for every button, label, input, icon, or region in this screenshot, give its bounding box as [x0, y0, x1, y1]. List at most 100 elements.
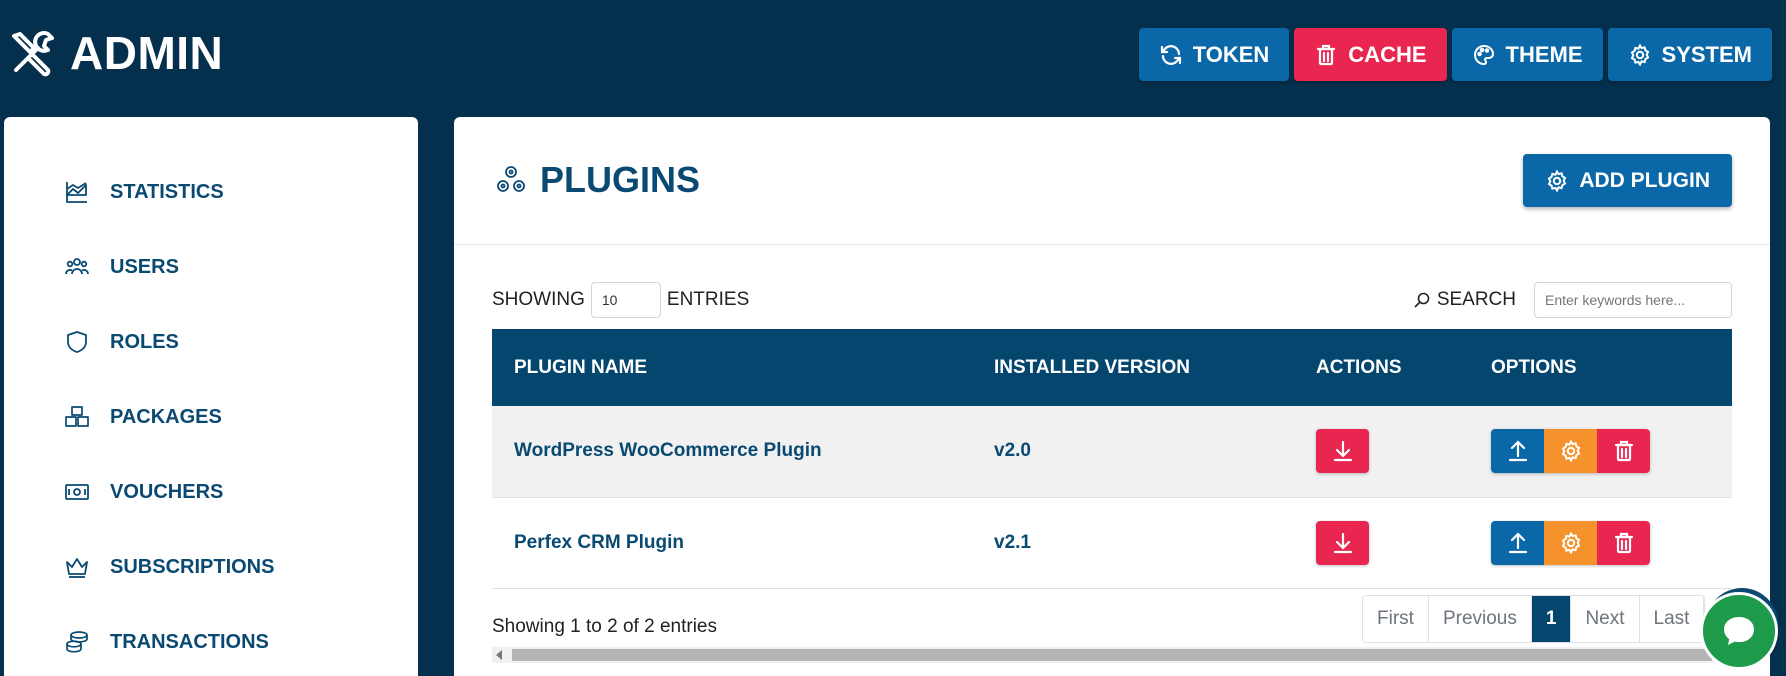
chart-area-icon [66, 182, 87, 203]
sidebar-item-label: USERS [110, 255, 179, 278]
brand-title: ADMIN [70, 27, 224, 79]
sidebar-item-label: STATISTICS [110, 180, 224, 203]
scroll-left-arrow[interactable] [496, 650, 502, 660]
options-button-group [1491, 429, 1650, 474]
actions-cell [1294, 497, 1469, 588]
sidebar-item-packages[interactable]: PACKAGES [64, 404, 222, 430]
tools-icon [12, 31, 54, 77]
entries-control: SHOWING ENTRIES [492, 282, 749, 318]
download-button[interactable] [1316, 429, 1369, 474]
options-cell [1469, 406, 1732, 497]
column-header-plugin-name[interactable]: PLUGIN NAME [492, 329, 972, 406]
column-header-actions[interactable]: ACTIONS [1294, 329, 1469, 406]
sidebar-item-label: VOUCHERS [110, 480, 224, 503]
entries-input[interactable] [590, 282, 661, 318]
top-bar: ADMIN TOKEN CACHE THEME SYSTEM [0, 0, 1786, 108]
token-button[interactable]: TOKEN [1138, 28, 1290, 81]
table-row: WordPress WooCommerce Plugin v2.0 [492, 406, 1732, 497]
brand[interactable]: ADMIN [8, 26, 223, 80]
theme-label: THEME [1505, 41, 1583, 67]
shield-icon [67, 331, 87, 353]
sidebar-item-label: TRANSACTIONS [110, 630, 269, 653]
scroll-thumb[interactable] [512, 649, 1712, 661]
table-header-row: PLUGIN NAME INSTALLED VERSION ACTIONS OP… [492, 329, 1732, 406]
sidebar: STATISTICS USERS ROLES PACKAGES VOUCHERS… [4, 117, 418, 676]
page-title: PLUGINS [494, 159, 700, 201]
upload-button[interactable] [1491, 520, 1544, 565]
users-icon [65, 258, 89, 275]
gear-icon [1561, 530, 1580, 555]
download-icon [1333, 441, 1352, 462]
page-next[interactable]: Next [1571, 596, 1640, 642]
theme-button[interactable]: THEME [1451, 28, 1603, 81]
delete-button[interactable] [1597, 520, 1650, 565]
panel-header: PLUGINS ADD PLUGIN [454, 117, 1770, 245]
search-icon [1414, 292, 1430, 308]
horizontal-scrollbar[interactable] [492, 647, 1732, 663]
plugin-name: Perfex CRM Plugin [514, 531, 684, 553]
cache-button[interactable]: CACHE [1294, 28, 1447, 81]
sidebar-item-label: SUBSCRIPTIONS [110, 555, 275, 578]
upload-button[interactable] [1491, 429, 1544, 474]
palette-icon [1473, 44, 1494, 65]
options-button-group [1491, 520, 1650, 565]
table-info: Showing 1 to 2 of 2 entries [492, 616, 717, 637]
sidebar-item-statistics[interactable]: STATISTICS [64, 179, 224, 205]
system-label: SYSTEM [1661, 41, 1752, 67]
settings-button[interactable] [1544, 429, 1597, 474]
page-last[interactable]: Last [1639, 596, 1705, 642]
sidebar-item-label: ROLES [110, 330, 179, 353]
column-header-options[interactable]: OPTIONS [1469, 329, 1732, 406]
table-row: Perfex CRM Plugin v2.1 [492, 497, 1732, 588]
search-label: SEARCH [1436, 289, 1516, 310]
refresh-icon [1160, 44, 1181, 65]
top-actions: TOKEN CACHE THEME SYSTEM [1138, 28, 1772, 81]
system-button[interactable]: SYSTEM [1607, 28, 1772, 81]
sidebar-item-vouchers[interactable]: VOUCHERS [64, 479, 223, 505]
chat-button[interactable] [1700, 592, 1778, 670]
trash-icon [1317, 44, 1336, 65]
entries-label: ENTRIES [666, 289, 750, 310]
sidebar-item-subscriptions[interactable]: SUBSCRIPTIONS [64, 554, 274, 580]
upload-icon [1508, 440, 1527, 462]
page-1[interactable]: 1 [1531, 596, 1572, 642]
boxes-icon [65, 406, 89, 427]
pagination: First Previous 1 Next Last [1362, 595, 1706, 643]
plugins-table: PLUGIN NAME INSTALLED VERSION ACTIONS OP… [492, 329, 1732, 589]
plugin-version: v2.0 [994, 440, 1031, 462]
showing-label: SHOWING [492, 289, 585, 310]
sidebar-item-users[interactable]: USERS [64, 254, 179, 280]
gear-icon [1561, 439, 1580, 463]
gear-icon [1630, 42, 1649, 67]
sidebar-item-label: PACKAGES [110, 405, 222, 428]
options-cell [1469, 497, 1732, 588]
trash-icon [1614, 532, 1633, 553]
plugin-name: WordPress WooCommerce Plugin [514, 440, 822, 462]
download-icon [1333, 532, 1352, 553]
plugin-version: v2.1 [994, 531, 1031, 553]
upload-icon [1508, 531, 1527, 553]
gear-icon [1548, 168, 1567, 193]
crown-icon [66, 558, 88, 578]
page-title-text: PLUGINS [540, 159, 701, 200]
download-button[interactable] [1316, 520, 1369, 565]
column-header-installed-version[interactable]: INSTALLED VERSION [972, 329, 1294, 406]
token-label: TOKEN [1192, 41, 1270, 67]
plugins-icon [497, 166, 525, 192]
search-control: SEARCH [1413, 282, 1732, 318]
cache-label: CACHE [1348, 41, 1427, 67]
coins-icon [66, 631, 88, 653]
actions-cell [1294, 406, 1469, 497]
page-previous[interactable]: Previous [1428, 596, 1532, 642]
sidebar-item-roles[interactable]: ROLES [64, 329, 179, 355]
delete-button[interactable] [1597, 429, 1650, 474]
page-first[interactable]: First [1363, 596, 1429, 642]
settings-button[interactable] [1544, 520, 1597, 565]
add-plugin-label: ADD PLUGIN [1579, 168, 1710, 192]
chat-bubble-icon [1724, 617, 1754, 645]
search-input[interactable] [1534, 282, 1732, 318]
money-icon [65, 484, 89, 500]
plugins-panel: PLUGINS ADD PLUGIN SHOWING ENTRIES SEARC… [454, 117, 1770, 676]
sidebar-item-transactions[interactable]: TRANSACTIONS [64, 629, 269, 655]
add-plugin-button[interactable]: ADD PLUGIN [1523, 154, 1732, 207]
